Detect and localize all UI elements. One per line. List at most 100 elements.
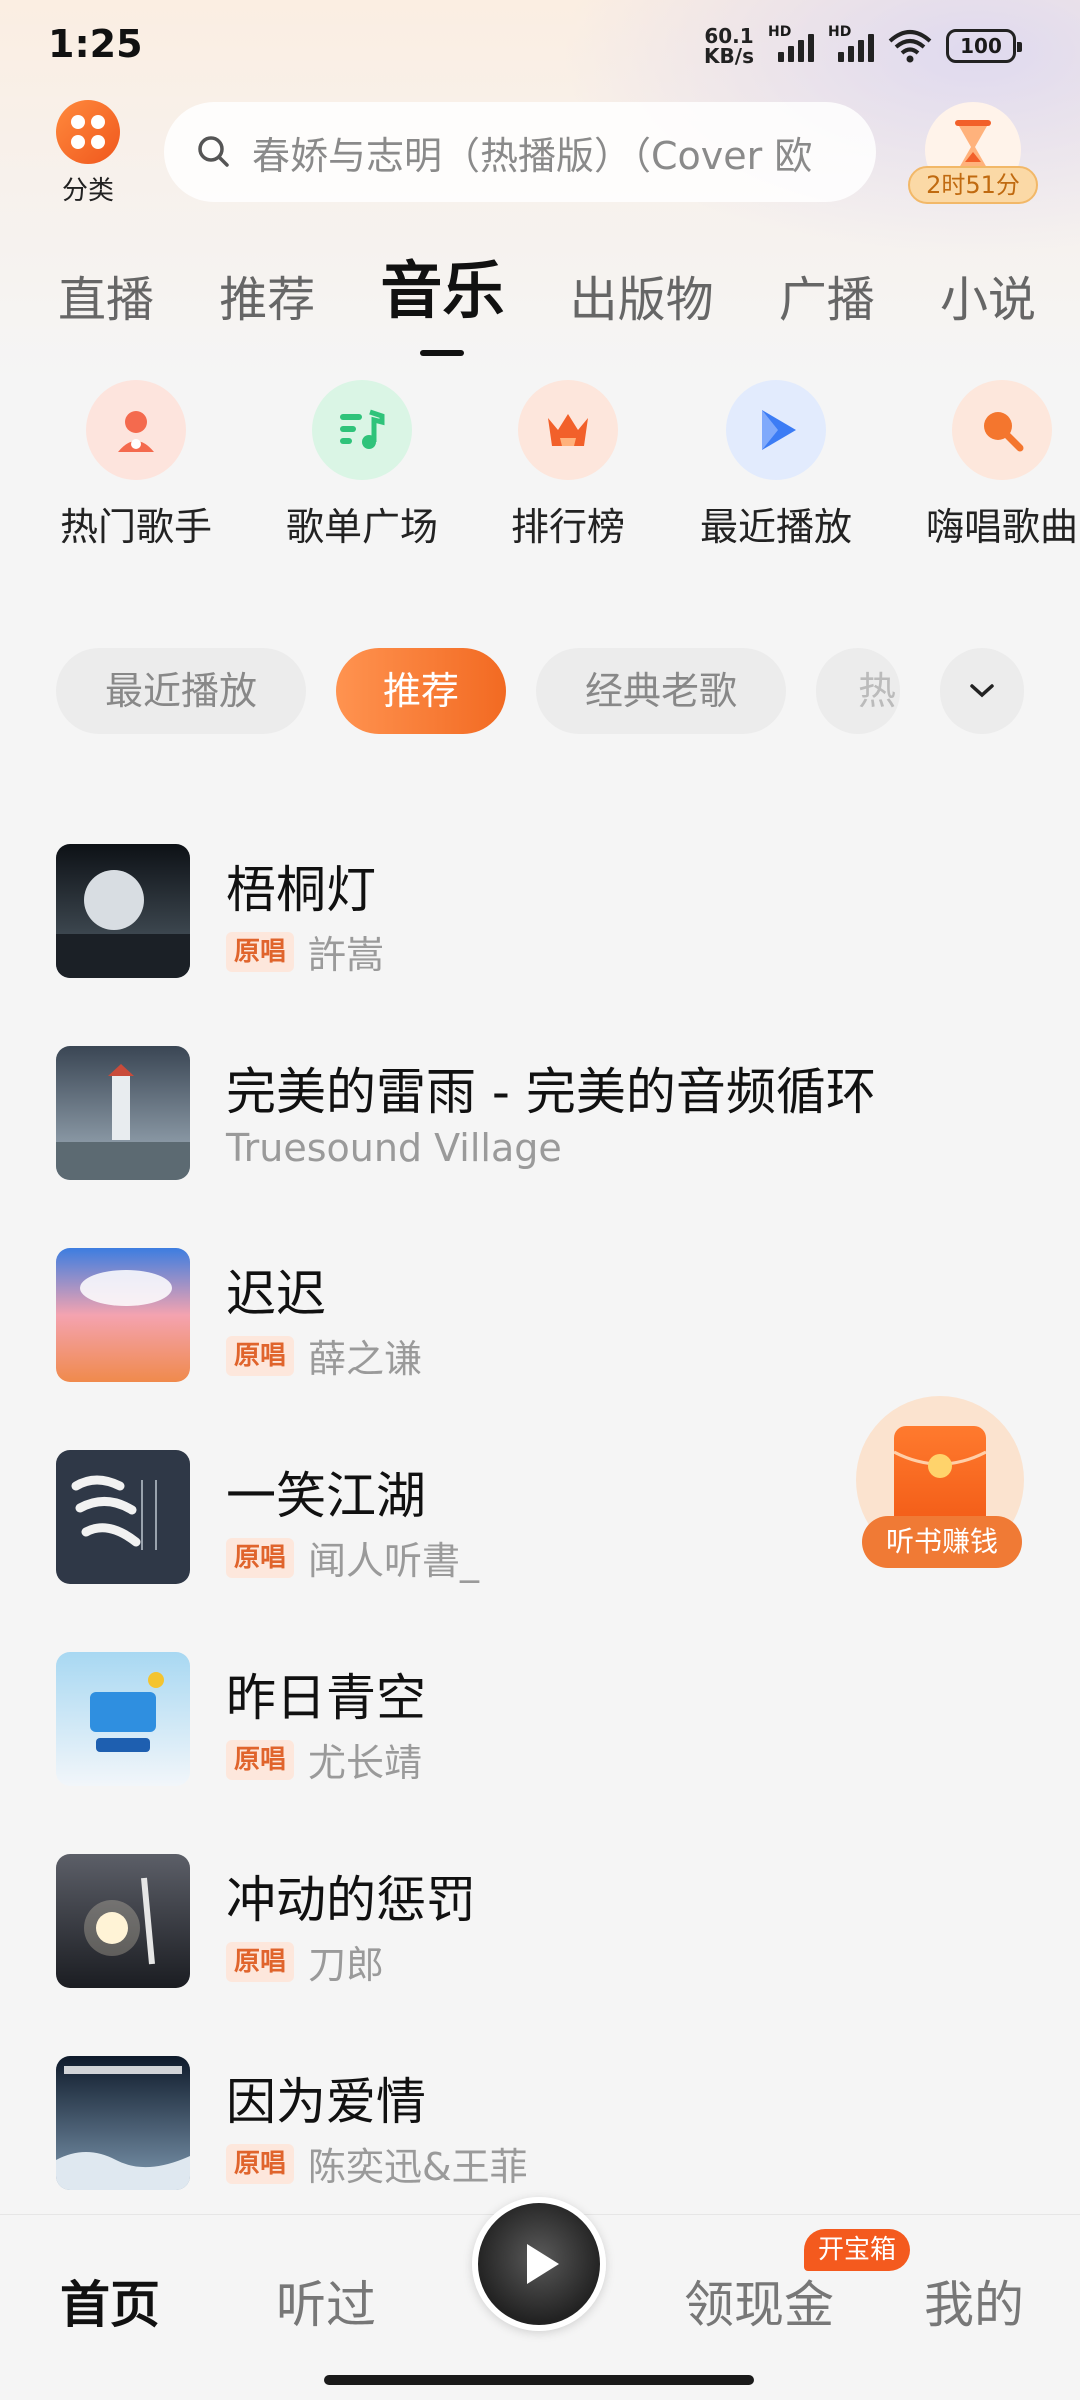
hd-label: HD bbox=[768, 24, 792, 40]
chip-hot[interactable]: 热 bbox=[816, 648, 900, 734]
quick-entry-label: 热门歌手 bbox=[59, 505, 212, 549]
mini-player-button[interactable] bbox=[472, 2197, 606, 2331]
search-music-icon bbox=[952, 380, 1052, 480]
quick-entry-label: 排行榜 bbox=[510, 505, 625, 549]
album-cover bbox=[56, 1652, 190, 1786]
quick-entry-charts[interactable]: 排行榜 bbox=[458, 380, 678, 550]
status-time: 1:25 bbox=[48, 22, 143, 66]
artist-name: 刀郎 bbox=[308, 1943, 385, 1987]
nav-listened[interactable]: 听过 bbox=[276, 2265, 376, 2337]
search-icon bbox=[198, 136, 229, 167]
album-cover bbox=[56, 1450, 190, 1584]
song-meta: 原唱 刀郎 bbox=[226, 1934, 384, 1989]
song-meta: 原唱 闻人听書_ bbox=[226, 1530, 479, 1585]
artist-name: Truesound Village bbox=[226, 1126, 562, 1170]
home-indicator bbox=[324, 2375, 754, 2385]
album-cover bbox=[56, 1854, 190, 1988]
original-tag: 原唱 bbox=[226, 2143, 295, 2184]
tab-recommend[interactable]: 推荐 bbox=[219, 260, 315, 330]
quick-entry-recent-played[interactable]: 最近播放 bbox=[666, 380, 886, 550]
battery-level: 100 bbox=[960, 34, 1002, 58]
network-speed-value: 60.1 bbox=[704, 24, 754, 48]
hd-label-2: HD bbox=[828, 24, 852, 40]
wifi-icon bbox=[888, 29, 932, 63]
song-row[interactable]: 昨日青空 原唱 尤长靖 bbox=[56, 1652, 1036, 1788]
original-tag: 原唱 bbox=[226, 931, 295, 972]
original-tag: 原唱 bbox=[226, 1335, 295, 1376]
quick-entries: 热门歌手 歌单广场 排行榜 最近播放 嗨唱歌曲 bbox=[0, 380, 1080, 550]
tab-music[interactable]: 音乐 bbox=[380, 240, 504, 356]
artist-name: 許嵩 bbox=[308, 933, 385, 977]
artist-name: 闻人听書_ bbox=[308, 1539, 480, 1583]
quick-entry-label: 歌单广场 bbox=[285, 505, 438, 549]
original-tag: 原唱 bbox=[226, 1537, 295, 1578]
tab-novels[interactable]: 小说 bbox=[940, 260, 1036, 330]
tab-live[interactable]: 直播 bbox=[58, 260, 154, 330]
song-title: 一笑江湖 bbox=[226, 1467, 426, 1525]
crown-icon bbox=[518, 380, 618, 480]
nav-cash-rewards[interactable]: 领现金 bbox=[684, 2265, 834, 2337]
category-icon bbox=[56, 100, 120, 164]
song-meta: 原唱 許嵩 bbox=[226, 924, 384, 979]
search-input[interactable]: 春娇与志明（热播版）（Cover 欧 bbox=[164, 102, 876, 202]
song-title: 完美的雷雨 - 完美的音频循环 bbox=[226, 1063, 876, 1121]
chip-recent[interactable]: 最近播放 bbox=[56, 648, 306, 734]
signal-icon: HD bbox=[768, 24, 814, 62]
treasure-badge[interactable]: 开宝箱 bbox=[804, 2229, 911, 2271]
battery-icon: 100 bbox=[946, 29, 1022, 63]
artist-name: 陈奕迅&王菲 bbox=[308, 2145, 528, 2189]
quick-entry-sing-songs[interactable]: 嗨唱歌曲 bbox=[892, 380, 1080, 550]
album-cover bbox=[56, 2056, 190, 2190]
quick-entry-playlist-plaza[interactable]: 歌单广场 bbox=[252, 380, 472, 550]
song-row[interactable]: 完美的雷雨 - 完美的音频循环 Truesound Village bbox=[56, 1046, 1036, 1182]
song-title: 迟迟 bbox=[226, 1265, 326, 1323]
album-cover bbox=[56, 844, 190, 978]
nav-home[interactable]: 首页 bbox=[60, 2265, 160, 2337]
timer-badge: 2时51分 bbox=[908, 166, 1038, 204]
sleep-timer-widget[interactable]: 2时51分 bbox=[908, 102, 1038, 204]
tab-radio[interactable]: 广播 bbox=[779, 260, 875, 330]
chip-classic-oldies[interactable]: 经典老歌 bbox=[536, 648, 786, 734]
tab-publications[interactable]: 出版物 bbox=[570, 260, 714, 330]
singer-icon bbox=[86, 380, 186, 480]
song-row[interactable]: 梧桐灯 原唱 許嵩 bbox=[56, 844, 1036, 980]
earn-widget-label: 听书赚钱 bbox=[862, 1516, 1022, 1568]
song-row[interactable]: 冲动的惩罚 原唱 刀郎 bbox=[56, 1854, 1036, 1990]
playlist-icon bbox=[312, 380, 412, 480]
category-button[interactable]: 分类 bbox=[52, 100, 124, 207]
network-speed-unit: KB/s bbox=[704, 44, 754, 68]
quick-entry-label: 嗨唱歌曲 bbox=[925, 505, 1078, 549]
album-cover bbox=[56, 1248, 190, 1382]
original-tag: 原唱 bbox=[226, 1739, 295, 1780]
bottom-nav: 首页 听过 领现金 开宝箱 我的 bbox=[0, 2197, 1080, 2400]
play-icon bbox=[726, 380, 826, 480]
artist-name: 尤长靖 bbox=[308, 1741, 423, 1785]
chip-expand-button[interactable] bbox=[940, 648, 1024, 734]
top-tabs: 直播 推荐 音乐 出版物 广播 小说 bbox=[58, 240, 1068, 356]
song-meta: 原唱 尤长靖 bbox=[226, 1732, 422, 1787]
song-title: 昨日青空 bbox=[226, 1669, 426, 1727]
category-label: 分类 bbox=[61, 176, 114, 206]
red-packet-icon bbox=[893, 1426, 987, 1530]
search-placeholder: 春娇与志明（热播版）（Cover 欧 bbox=[252, 133, 813, 178]
song-row[interactable]: 迟迟 原唱 薛之谦 bbox=[56, 1248, 1036, 1384]
quick-entry-label: 最近播放 bbox=[699, 505, 852, 549]
nav-mine[interactable]: 我的 bbox=[924, 2265, 1024, 2337]
chevron-down-icon bbox=[970, 684, 994, 698]
song-meta: 原唱 陈奕迅&王菲 bbox=[226, 2136, 528, 2191]
status-icons: 60.1 KB/s HD HD 100 bbox=[704, 24, 1022, 66]
song-title: 冲动的惩罚 bbox=[226, 1871, 476, 1929]
song-title: 梧桐灯 bbox=[226, 861, 376, 919]
chip-recommend[interactable]: 推荐 bbox=[336, 648, 506, 734]
listen-earn-widget[interactable]: 听书赚钱 bbox=[856, 1396, 1024, 1570]
song-title: 因为爱情 bbox=[226, 2073, 426, 2131]
artist-name: 薛之谦 bbox=[308, 1337, 423, 1381]
song-row[interactable]: 因为爱情 原唱 陈奕迅&王菲 bbox=[56, 2056, 1036, 2192]
song-meta: Truesound Village bbox=[226, 1126, 562, 1170]
signal-icon-2: HD bbox=[828, 24, 874, 62]
quick-entry-hot-singers[interactable]: 热门歌手 bbox=[26, 380, 246, 550]
song-meta: 原唱 薛之谦 bbox=[226, 1328, 422, 1383]
network-speed: 60.1 KB/s bbox=[704, 26, 754, 66]
status-bar: 1:25 60.1 KB/s HD HD 100 bbox=[0, 0, 1080, 96]
album-cover bbox=[56, 1046, 190, 1180]
